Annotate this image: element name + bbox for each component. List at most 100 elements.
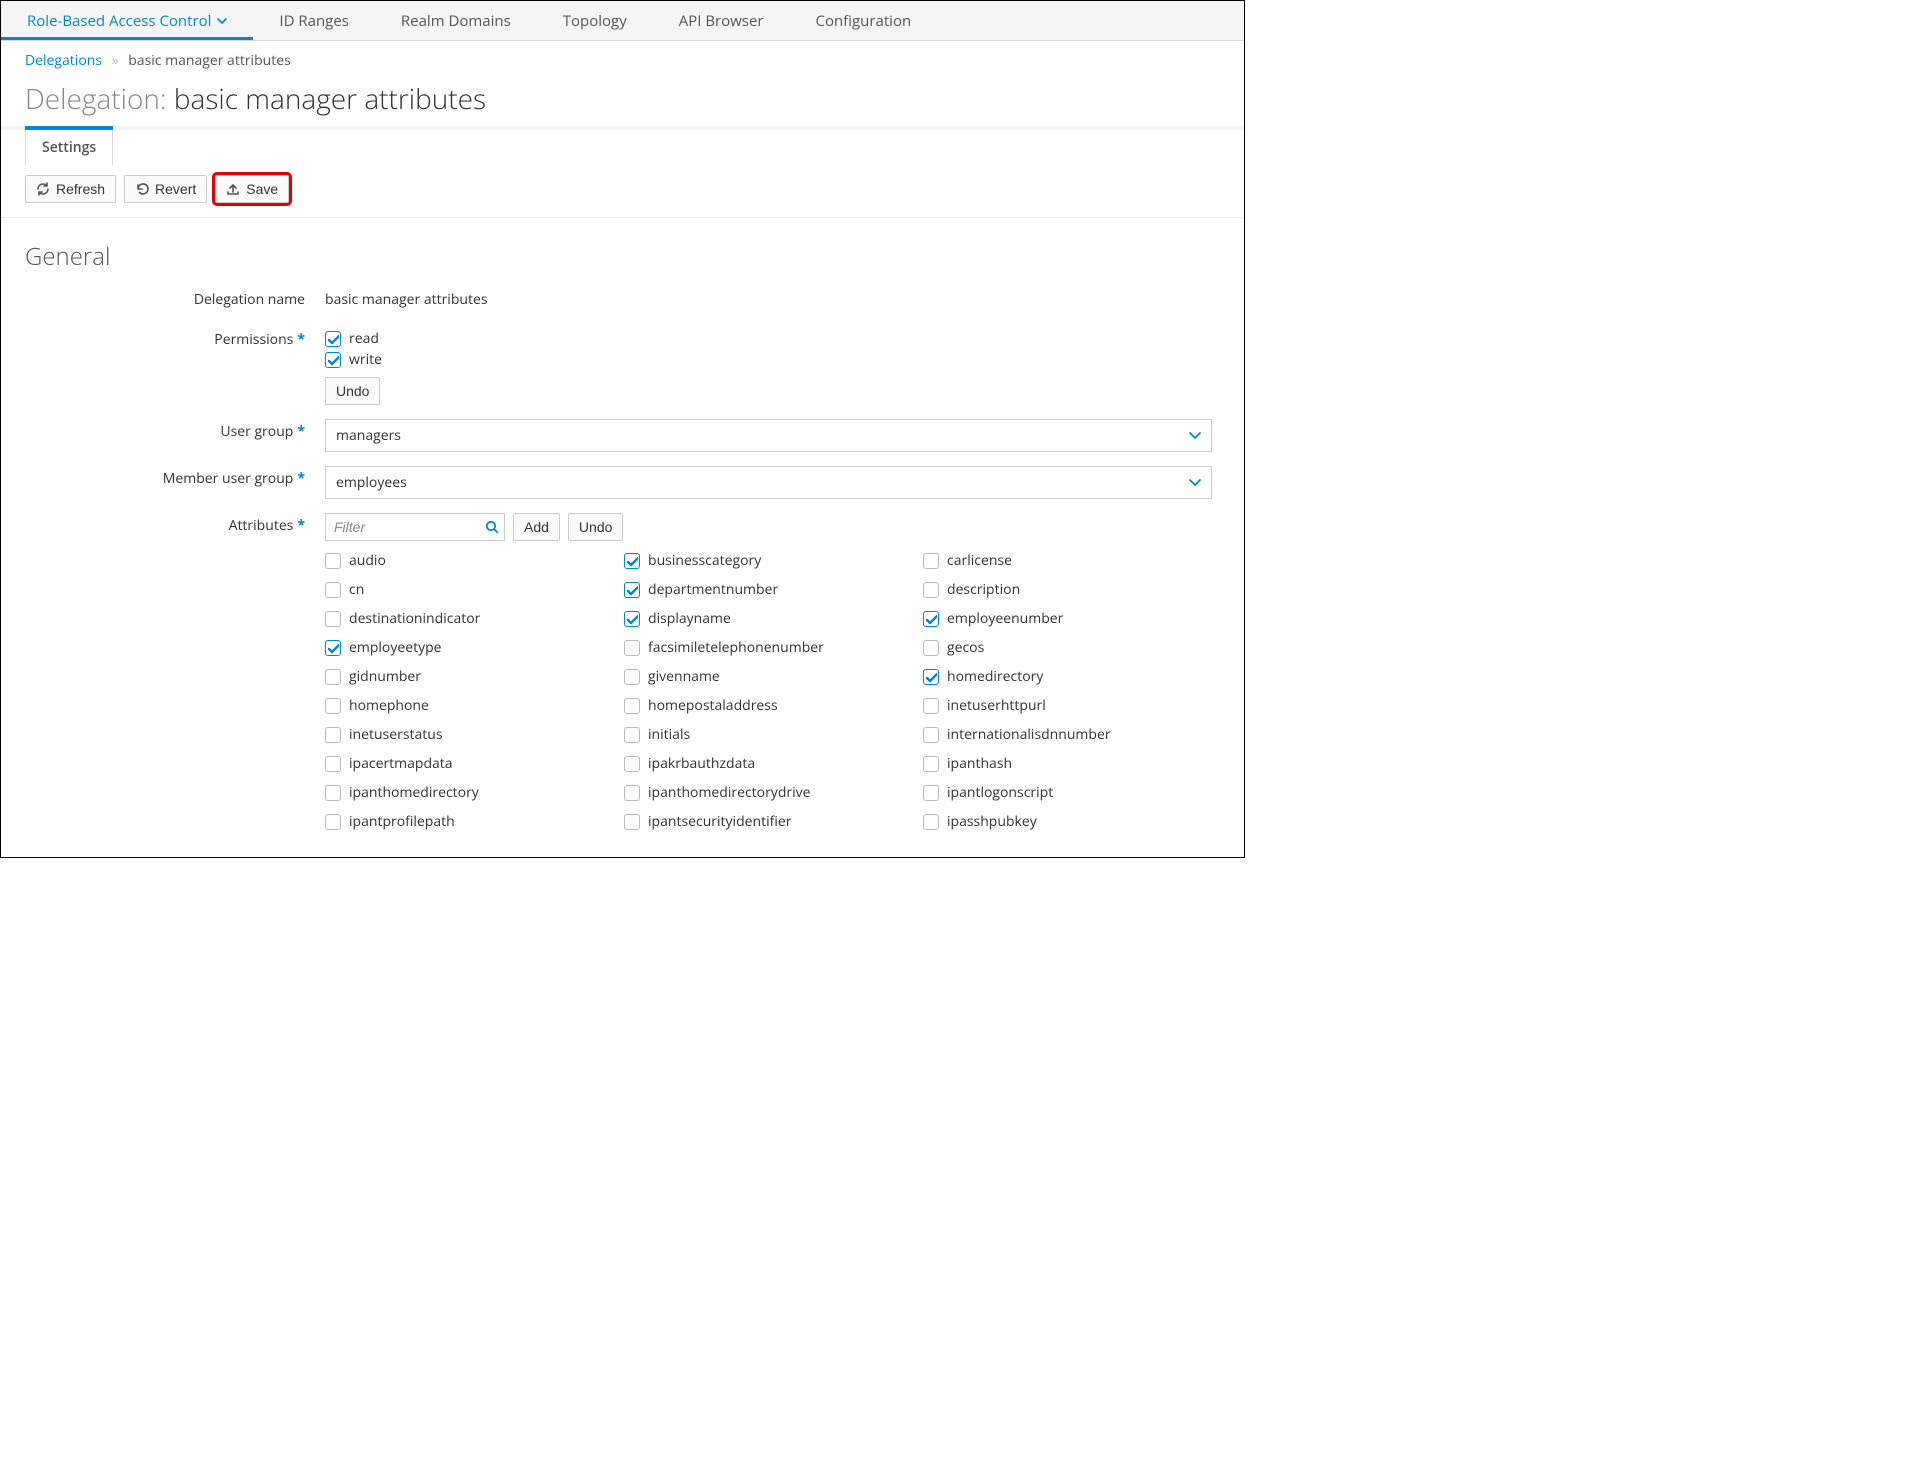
attribute-option-facsimiletelephonenumber: facsimiletelephonenumber: [624, 638, 915, 657]
attribute-label[interactable]: givenname: [648, 667, 720, 686]
attributes-add-button[interactable]: Add: [513, 513, 560, 541]
attribute-label[interactable]: facsimiletelephonenumber: [648, 638, 824, 657]
attribute-checkbox-description[interactable]: [923, 582, 939, 598]
permission-checkbox-read[interactable]: [325, 331, 341, 347]
attribute-checkbox-inetuserhttpurl[interactable]: [923, 698, 939, 714]
attribute-label[interactable]: gidnumber: [349, 667, 421, 686]
topnav-item-label: ID Ranges: [279, 11, 348, 31]
attribute-checkbox-initials[interactable]: [624, 727, 640, 743]
attribute-checkbox-ipakrbauthzdata[interactable]: [624, 756, 640, 772]
attribute-label[interactable]: ipanthomedirectorydrive: [648, 783, 811, 802]
attribute-option-cn: cn: [325, 580, 616, 599]
topnav-item-api-browser[interactable]: API Browser: [653, 1, 790, 40]
attribute-checkbox-departmentnumber[interactable]: [624, 582, 640, 598]
attribute-label[interactable]: carlicense: [947, 551, 1012, 570]
attribute-label[interactable]: ipanthomedirectory: [349, 783, 479, 802]
search-icon[interactable]: [485, 520, 499, 534]
attribute-label[interactable]: businesscategory: [648, 551, 761, 570]
permission-option-read: read: [325, 329, 1220, 348]
topnav-item-realm-domains[interactable]: Realm Domains: [375, 1, 537, 40]
breadcrumb-parent[interactable]: Delegations: [25, 51, 102, 70]
permission-option-write: write: [325, 350, 1220, 369]
attribute-label[interactable]: description: [947, 580, 1020, 599]
attribute-checkbox-destinationindicator[interactable]: [325, 611, 341, 627]
attribute-checkbox-cn[interactable]: [325, 582, 341, 598]
attribute-label[interactable]: employeenumber: [947, 609, 1063, 628]
attribute-label[interactable]: inetuserstatus: [349, 725, 443, 744]
attribute-checkbox-businesscategory[interactable]: [624, 553, 640, 569]
attribute-checkbox-internationalisdnnumber[interactable]: [923, 727, 939, 743]
attribute-option-audio: audio: [325, 551, 616, 570]
attribute-checkbox-ipanthash[interactable]: [923, 756, 939, 772]
label-delegation-name: Delegation name: [25, 287, 325, 313]
permission-label[interactable]: write: [349, 350, 382, 369]
attribute-label[interactable]: gecos: [947, 638, 984, 657]
refresh-label: Refresh: [56, 181, 105, 197]
attribute-checkbox-employeenumber[interactable]: [923, 611, 939, 627]
attribute-option-homephone: homephone: [325, 696, 616, 715]
attribute-checkbox-facsimiletelephonenumber[interactable]: [624, 640, 640, 656]
breadcrumb: Delegations » basic manager attributes: [1, 41, 1244, 74]
attributes-filter-input[interactable]: [325, 513, 505, 541]
attribute-label[interactable]: inetuserhttpurl: [947, 696, 1046, 715]
attribute-checkbox-employeetype[interactable]: [325, 640, 341, 656]
attribute-label[interactable]: initials: [648, 725, 690, 744]
permission-checkbox-write[interactable]: [325, 352, 341, 368]
attribute-label[interactable]: ipantsecurityidentifier: [648, 812, 791, 831]
attribute-label[interactable]: employeetype: [349, 638, 442, 657]
attribute-checkbox-ipanthomedirectory[interactable]: [325, 785, 341, 801]
attribute-checkbox-gecos[interactable]: [923, 640, 939, 656]
attribute-option-ipantlogonscript: ipantlogonscript: [923, 783, 1214, 802]
permission-label[interactable]: read: [349, 329, 379, 348]
attribute-label[interactable]: ipantprofilepath: [349, 812, 455, 831]
attribute-checkbox-carlicense[interactable]: [923, 553, 939, 569]
attribute-label[interactable]: homephone: [349, 696, 429, 715]
attribute-checkbox-inetuserstatus[interactable]: [325, 727, 341, 743]
attribute-label[interactable]: ipacertmapdata: [349, 754, 453, 773]
user-group-select[interactable]: managers: [325, 419, 1212, 452]
attribute-checkbox-audio[interactable]: [325, 553, 341, 569]
attribute-label[interactable]: destinationindicator: [349, 609, 480, 628]
revert-button[interactable]: Revert: [124, 175, 207, 203]
permissions-undo-button[interactable]: Undo: [325, 377, 380, 405]
attribute-checkbox-homepostaladdress[interactable]: [624, 698, 640, 714]
attribute-label[interactable]: ipakrbauthzdata: [648, 754, 755, 773]
attributes-scroll[interactable]: audio businesscategory carlicense cn departm…: [325, 549, 1220, 833]
attribute-label[interactable]: ipanthash: [947, 754, 1012, 773]
attribute-checkbox-ipacertmapdata[interactable]: [325, 756, 341, 772]
topnav-item-role-based-access-control[interactable]: Role-Based Access Control: [1, 1, 253, 40]
attribute-label[interactable]: audio: [349, 551, 386, 570]
attribute-checkbox-ipanthomedirectorydrive[interactable]: [624, 785, 640, 801]
attributes-undo-button[interactable]: Undo: [568, 513, 623, 541]
attribute-label[interactable]: internationalisdnnumber: [947, 725, 1111, 744]
attribute-checkbox-givenname[interactable]: [624, 669, 640, 685]
attribute-label[interactable]: ipantlogonscript: [947, 783, 1053, 802]
attribute-option-ipasshpubkey: ipasshpubkey: [923, 812, 1214, 831]
attribute-checkbox-displayname[interactable]: [624, 611, 640, 627]
topnav-item-topology[interactable]: Topology: [537, 1, 653, 40]
row-attributes: Attributes* Add Undo audiobusinesscatego…: [25, 513, 1220, 833]
attribute-checkbox-ipantprofilepath[interactable]: [325, 814, 341, 830]
attribute-checkbox-ipantsecurityidentifier[interactable]: [624, 814, 640, 830]
attribute-label[interactable]: departmentnumber: [648, 580, 778, 599]
attribute-label[interactable]: ipasshpubkey: [947, 812, 1037, 831]
topnav-item-configuration[interactable]: Configuration: [790, 1, 938, 40]
attribute-checkbox-gidnumber[interactable]: [325, 669, 341, 685]
attribute-label[interactable]: homedirectory: [947, 667, 1043, 686]
save-button[interactable]: Save: [215, 175, 289, 203]
attribute-checkbox-ipasshpubkey[interactable]: [923, 814, 939, 830]
attribute-checkbox-homephone[interactable]: [325, 698, 341, 714]
topnav-item-id-ranges[interactable]: ID Ranges: [253, 1, 374, 40]
refresh-button[interactable]: Refresh: [25, 175, 116, 203]
attribute-label[interactable]: homepostaladdress: [648, 696, 778, 715]
attribute-label[interactable]: cn: [349, 580, 364, 599]
attribute-option-initials: initials: [624, 725, 915, 744]
attribute-label[interactable]: displayname: [648, 609, 731, 628]
attribute-option-displayname: displayname: [624, 609, 915, 628]
attribute-checkbox-ipantlogonscript[interactable]: [923, 785, 939, 801]
attribute-checkbox-homedirectory[interactable]: [923, 669, 939, 685]
member-user-group-select[interactable]: employees: [325, 466, 1212, 499]
required-marker: *: [297, 422, 305, 441]
tab-settings[interactable]: Settings: [25, 130, 113, 165]
required-marker: *: [297, 469, 305, 488]
